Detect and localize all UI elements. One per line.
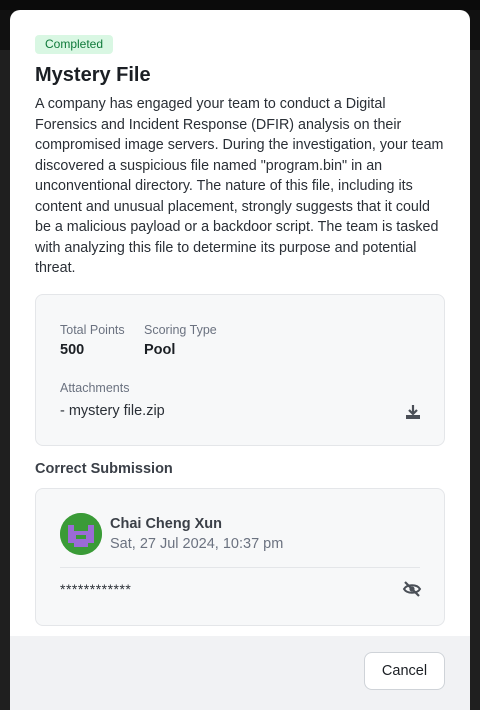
submitter-name: Chai Cheng Xun — [110, 515, 222, 532]
modal-footer: Cancel — [10, 636, 470, 710]
correct-submission-heading: Correct Submission — [35, 460, 173, 477]
cancel-button[interactable]: Cancel — [364, 652, 445, 690]
eye-off-icon[interactable] — [402, 579, 422, 599]
total-points-value: 500 — [60, 341, 85, 358]
attachments-label: Attachments — [60, 380, 130, 395]
total-points-label: Total Points — [60, 322, 125, 337]
scoring-type-value: Pool — [144, 341, 176, 358]
submission-card: Chai Cheng Xun Sat, 27 Jul 2024, 10:37 p… — [35, 487, 445, 626]
challenge-info-card: Total Points 500 Scoring Type Pool Attac… — [35, 293, 445, 446]
avatar — [60, 512, 102, 555]
challenge-title: Mystery File — [35, 64, 151, 86]
masked-flag: ************ — [60, 580, 132, 597]
total-points-stat: Total Points 500 — [60, 323, 125, 358]
attachment-file-link[interactable]: - mystery file.zip — [60, 403, 165, 419]
divider — [60, 566, 420, 568]
scoring-type-label: Scoring Type — [144, 322, 217, 337]
modal-body: Completed Mystery File A company has eng… — [10, 10, 470, 626]
status-badge: Completed — [35, 35, 114, 54]
submission-timestamp: Sat, 27 Jul 2024, 10:37 pm — [110, 535, 284, 552]
scoring-type-stat: Scoring Type Pool — [144, 323, 217, 358]
backdrop-bar — [0, 0, 480, 10]
challenge-modal: Completed Mystery File A company has eng… — [10, 10, 470, 710]
challenge-description: A company has engaged your team to condu… — [35, 96, 444, 276]
download-icon[interactable] — [404, 403, 422, 421]
